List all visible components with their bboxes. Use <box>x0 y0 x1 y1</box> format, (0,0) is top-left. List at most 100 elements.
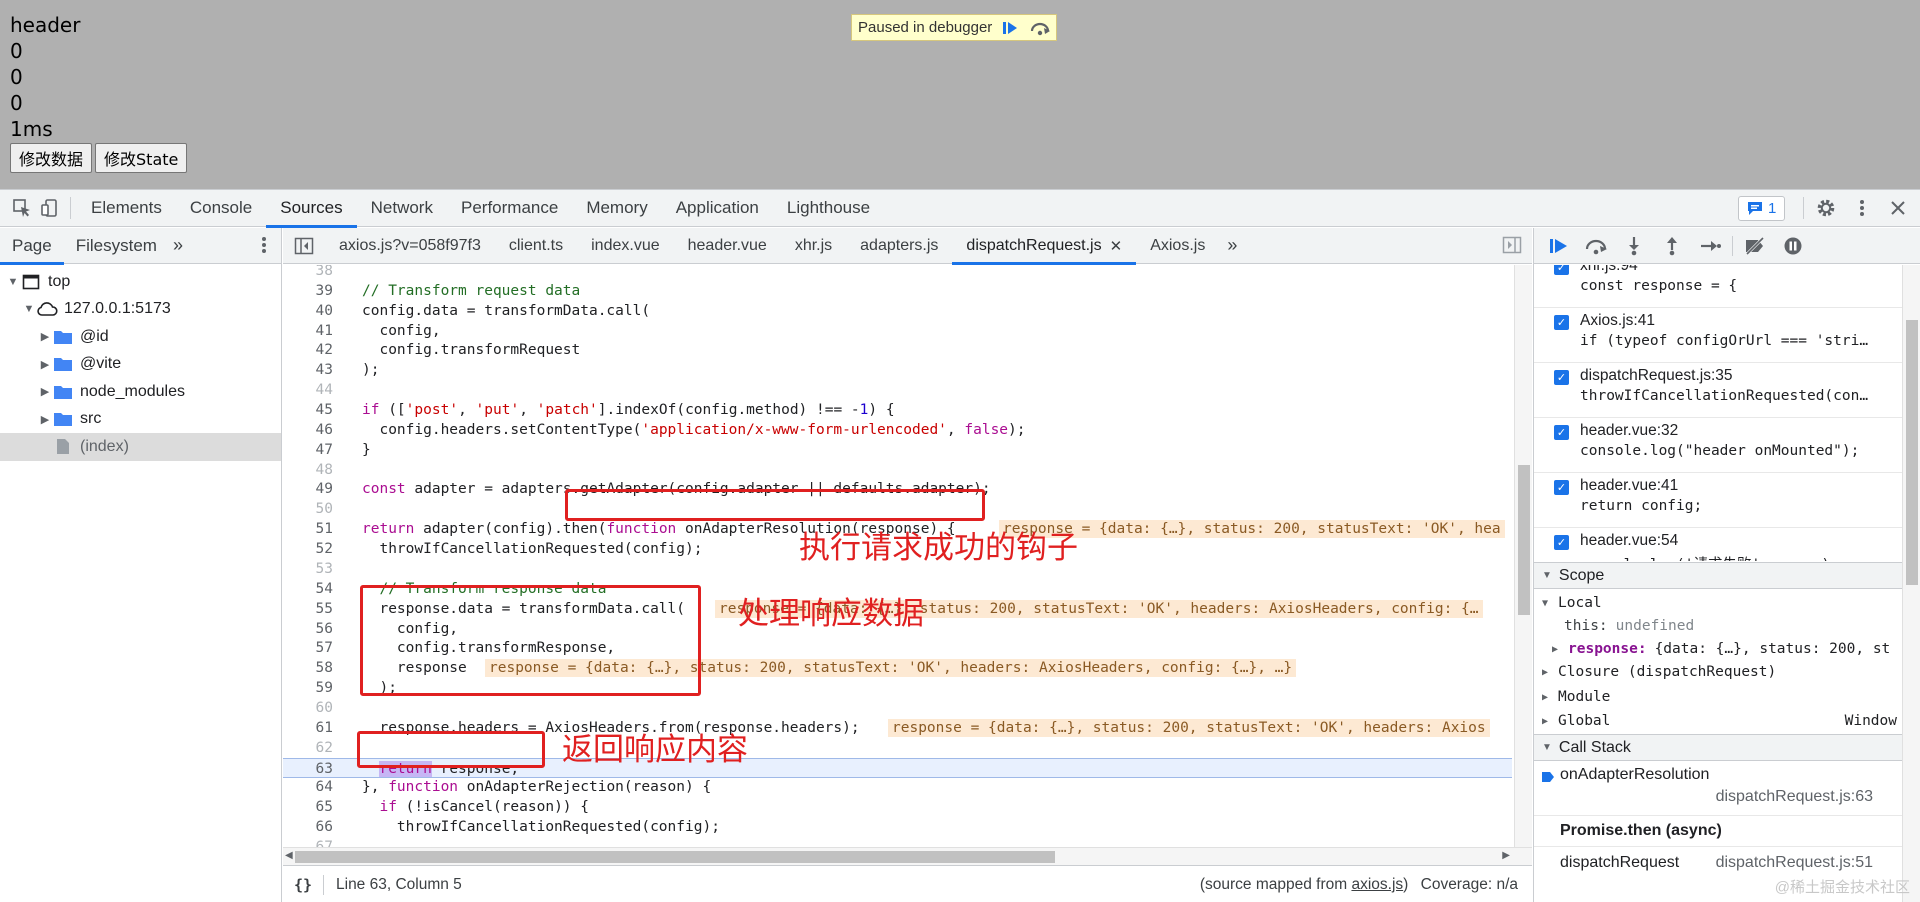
code-line[interactable]: 40 config.data = transformData.call( <box>283 301 1512 321</box>
line-number[interactable]: 64 <box>283 777 333 797</box>
file-tab[interactable]: axios.js?v=058f97f3 <box>325 228 495 264</box>
line-number[interactable]: 56 <box>283 619 333 639</box>
pause-on-exceptions-icon[interactable] <box>1777 232 1809 260</box>
nav-tab-filesystem[interactable]: Filesystem <box>64 228 169 264</box>
line-number[interactable]: 47 <box>283 440 333 460</box>
code-line[interactable]: 64}, function onAdapterRejection(reason)… <box>283 777 1512 797</box>
tab-network[interactable]: Network <box>357 190 447 227</box>
breakpoint-item[interactable]: ✓ xhr.js:94 const response = { <box>1534 265 1903 308</box>
breakpoint-checkbox[interactable]: ✓ <box>1554 315 1569 330</box>
breakpoint-item[interactable]: ✓ header.vue:54 console.log('请求失败', error) <box>1534 528 1903 561</box>
tab-elements[interactable]: Elements <box>77 190 176 227</box>
step-out-icon[interactable] <box>1656 232 1688 260</box>
line-number[interactable]: 39 <box>283 281 333 301</box>
more-options-icon[interactable] <box>1848 194 1876 222</box>
line-number[interactable]: 41 <box>283 321 333 341</box>
modify-state-button[interactable]: 修改State <box>95 143 188 173</box>
resume-execution-icon[interactable] <box>1542 232 1574 260</box>
breakpoint-checkbox[interactable]: ✓ <box>1554 265 1569 275</box>
navigator-menu-icon[interactable] <box>261 236 267 259</box>
call-frame-location[interactable]: dispatchRequest.js:51 <box>1716 854 1873 872</box>
line-number[interactable]: 60 <box>283 698 333 718</box>
scope-section-header[interactable]: ▼ Scope <box>1534 562 1903 589</box>
breakpoint-checkbox[interactable]: ✓ <box>1554 425 1569 440</box>
breakpoint-item[interactable]: ✓ header.vue:41 return config; <box>1534 473 1903 528</box>
scope-var-this[interactable]: this: undefined <box>1534 614 1903 638</box>
tab-memory[interactable]: Memory <box>572 190 661 227</box>
scroll-right-arrow-icon[interactable]: ▶ <box>1502 850 1510 861</box>
line-number[interactable]: 50 <box>283 499 333 519</box>
call-frame-location[interactable]: dispatchRequest.js:63 <box>1716 788 1873 806</box>
scope-global[interactable]: ▶ Global Window <box>1534 709 1903 733</box>
modify-data-button[interactable]: 修改数据 <box>10 143 93 173</box>
line-number[interactable]: 42 <box>283 340 333 360</box>
tab-application[interactable]: Application <box>662 190 773 227</box>
line-number[interactable]: 61 <box>283 718 333 738</box>
file-tab[interactable]: client.ts <box>495 228 577 264</box>
line-number[interactable]: 52 <box>283 539 333 559</box>
breakpoint-checkbox[interactable]: ✓ <box>1554 480 1569 495</box>
line-number[interactable]: 51 <box>283 519 333 539</box>
close-devtools-icon[interactable] <box>1884 194 1912 222</box>
scrollbar-thumb[interactable] <box>1906 320 1918 585</box>
tree-folder-vite[interactable]: ▶ @vite <box>0 351 281 379</box>
step-into-icon[interactable] <box>1618 232 1650 260</box>
code-line[interactable]: 67 <box>283 837 1512 847</box>
line-number[interactable]: 65 <box>283 797 333 817</box>
scope-var-response[interactable]: ▶ response: {data: {…}, status: 200, st <box>1534 637 1903 661</box>
code-line[interactable]: 65 if (!isCancel(reason)) { <box>283 797 1512 817</box>
close-tab-icon[interactable]: ✕ <box>1110 237 1123 255</box>
line-number[interactable]: 46 <box>283 420 333 440</box>
line-number[interactable]: 48 <box>283 460 333 480</box>
code-line[interactable]: 48 <box>283 460 1512 480</box>
line-number[interactable]: 57 <box>283 638 333 658</box>
inspect-element-icon[interactable] <box>8 194 36 222</box>
breakpoint-item[interactable]: ✓ dispatchRequest.js:35 throwIfCancellatio… <box>1534 363 1903 418</box>
inline-variable-value[interactable]: response = {data: {…}, status: 200, stat… <box>888 718 1490 737</box>
breakpoint-item[interactable]: ✓ header.vue:32 console.log("header onMoun… <box>1534 418 1903 473</box>
call-frame-active[interactable]: onAdapterResolution dispatchRequest.js:6… <box>1534 766 1903 814</box>
code-line[interactable]: 60 <box>283 698 1512 718</box>
code-line[interactable]: 45 if (['post', 'put', 'patch'].indexOf(c… <box>283 400 1512 420</box>
code-horizontal-scrollbar[interactable]: ◀ ▶ <box>283 847 1532 865</box>
file-tab[interactable]: xhr.js <box>781 228 846 264</box>
line-number[interactable]: 63 <box>283 759 333 779</box>
line-number[interactable]: 38 <box>283 265 333 281</box>
line-number[interactable]: 66 <box>283 817 333 837</box>
tree-item-top[interactable]: ▼ top <box>0 268 281 296</box>
line-number[interactable]: 43 <box>283 360 333 380</box>
nav-tab-page[interactable]: Page <box>0 228 64 265</box>
line-number[interactable]: 40 <box>283 301 333 321</box>
line-number[interactable]: 55 <box>283 599 333 619</box>
line-number[interactable]: 54 <box>283 579 333 599</box>
device-toolbar-icon[interactable] <box>36 194 64 222</box>
code-line[interactable]: 44 <box>283 380 1512 400</box>
call-stack-section-header[interactable]: ▼ Call Stack <box>1534 734 1903 761</box>
settings-gear-icon[interactable] <box>1812 194 1840 222</box>
code-line[interactable]: 66 throwIfCancellationRequested(config); <box>283 817 1512 837</box>
step-over-icon[interactable] <box>1580 232 1612 260</box>
line-number[interactable]: 59 <box>283 678 333 698</box>
toggle-navigator-icon[interactable] <box>283 228 325 264</box>
file-tab[interactable]: header.vue <box>674 228 781 264</box>
tree-folder-node-modules[interactable]: ▶ node_modules <box>0 378 281 406</box>
code-line[interactable]: 42 config.transformRequest <box>283 340 1512 360</box>
code-line[interactable]: 39 // Transform request data <box>283 281 1512 301</box>
file-tab[interactable]: adapters.js <box>846 228 952 264</box>
more-tabs-chevron-icon[interactable]: » <box>169 228 187 264</box>
breakpoint-checkbox[interactable]: ✓ <box>1554 370 1569 385</box>
more-files-chevron-icon[interactable]: » <box>1219 228 1245 264</box>
resume-icon[interactable] <box>998 17 1022 39</box>
file-tab[interactable]: index.vue <box>577 228 674 264</box>
call-frame[interactable]: dispatchRequest dispatchRequest.js:51 <box>1534 846 1903 876</box>
scope-local[interactable]: ▼ Local <box>1534 591 1903 615</box>
toggle-debugger-icon[interactable] <box>1502 236 1522 259</box>
line-number[interactable]: 58 <box>283 658 333 678</box>
breakpoint-item[interactable]: ✓ Axios.js:41 if (typeof configOrUrl === '… <box>1534 308 1903 363</box>
file-tab[interactable]: dispatchRequest.js ✕ <box>952 228 1136 265</box>
tab-lighthouse[interactable]: Lighthouse <box>773 190 884 227</box>
deactivate-breakpoints-icon[interactable] <box>1739 232 1771 260</box>
tree-folder-id[interactable]: ▶ @id <box>0 323 281 351</box>
line-number[interactable]: 67 <box>283 837 333 847</box>
tab-performance[interactable]: Performance <box>447 190 572 227</box>
